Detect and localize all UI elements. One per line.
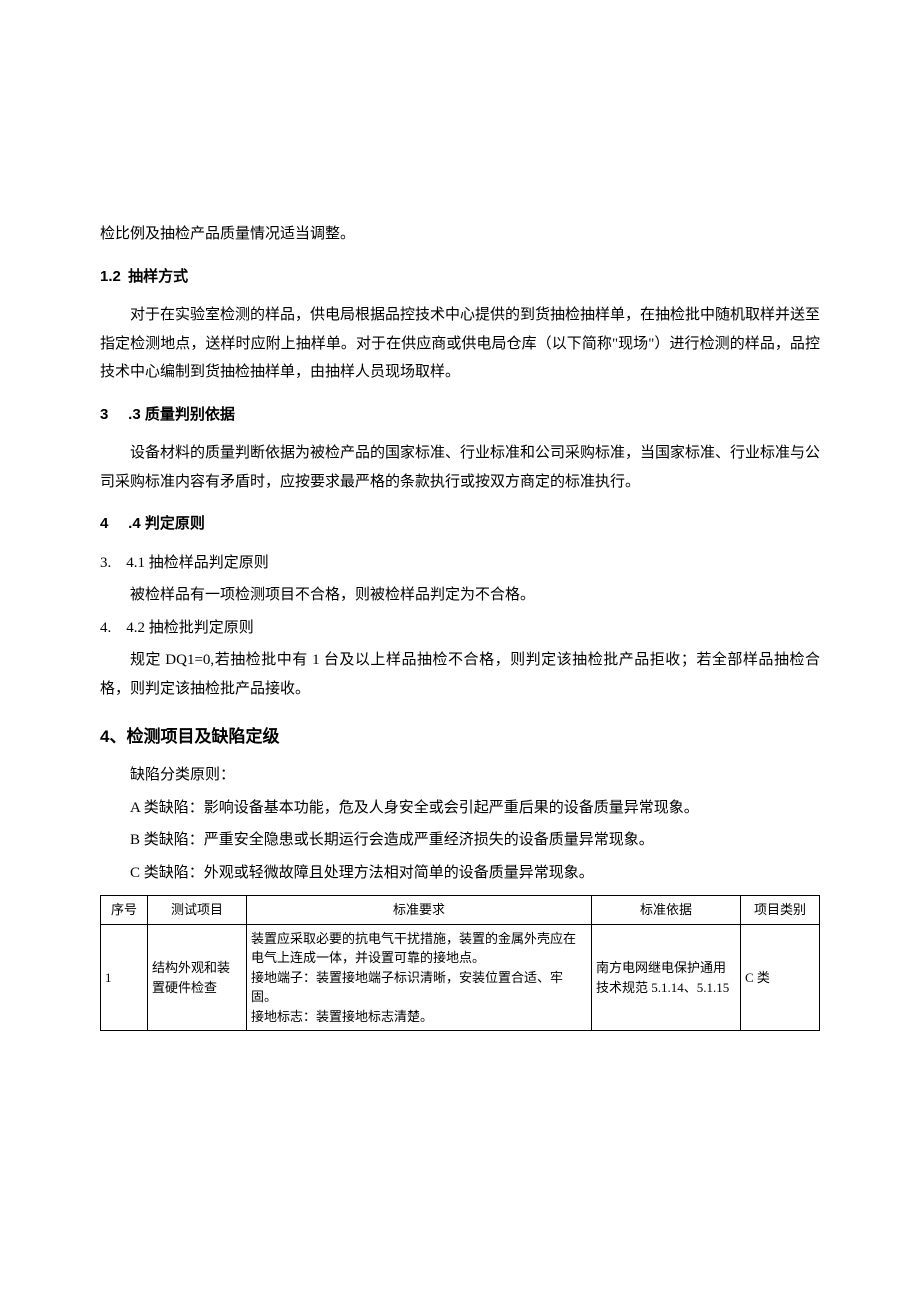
heading-number: 3 (100, 401, 124, 430)
table-row: 1 结构外观和装置硬件检查 装置应采取必要的抗电气干扰措施，装置的金属外壳应在电… (101, 924, 820, 1031)
heading-number: 4 (100, 510, 124, 539)
heading-1-2: 1.2 抽样方式 (100, 263, 820, 292)
td-seq: 1 (101, 924, 148, 1031)
heading-text: .4 判定原则 (128, 515, 205, 532)
th-cat: 项目类别 (741, 896, 820, 925)
subheading-4-4-2: 4. 4.2 抽检批判定原则 (100, 614, 820, 643)
th-item: 测试项目 (148, 896, 247, 925)
td-req: 装置应采取必要的抗电气干扰措施，装置的金属外壳应在电气上连成一体，并设置可靠的接… (247, 924, 592, 1031)
th-basis: 标准依据 (592, 896, 741, 925)
heading-text: .3 质量判别依据 (128, 406, 235, 423)
paragraph-4-4-2: 规定 DQ1=0,若抽检批中有 1 台及以上样品抽检不合格，则判定该抽检批产品拒… (100, 646, 820, 703)
paragraph-defect-b: B 类缺陷：严重安全隐患或长期运行会造成严重经济损失的设备质量异常现象。 (100, 826, 820, 855)
heading-3-3: 3 .3 质量判别依据 (100, 401, 820, 430)
table-header-row: 序号 测试项目 标准要求 标准依据 项目类别 (101, 896, 820, 925)
paragraph-3-4-1: 被检样品有一项检测项目不合格，则被检样品判定为不合格。 (100, 581, 820, 610)
heading-number: 1.2 (100, 263, 124, 292)
th-req: 标准要求 (247, 896, 592, 925)
paragraph-intro: 检比例及抽检产品质量情况适当调整。 (100, 220, 820, 249)
td-cat: C 类 (741, 924, 820, 1031)
paragraph-defect-intro: 缺陷分类原则： (100, 761, 820, 790)
subheading-3-4-1: 3. 4.1 抽检样品判定原则 (100, 549, 820, 578)
defect-table: 序号 测试项目 标准要求 标准依据 项目类别 1 结构外观和装置硬件检查 装置应… (100, 895, 820, 1031)
document-page: 检比例及抽检产品质量情况适当调整。 1.2 抽样方式 对于在实验室检测的样品，供… (0, 0, 920, 1131)
td-basis: 南方电网继电保护通用技术规范 5.1.14、5.1.15 (592, 924, 741, 1031)
heading-text: 抽样方式 (128, 268, 188, 285)
paragraph-1-2: 对于在实验室检测的样品，供电局根据品控技术中心提供的到货抽检抽样单，在抽检批中随… (100, 301, 820, 387)
paragraph-defect-a: A 类缺陷：影响设备基本功能，危及人身安全或会引起严重后果的设备质量异常现象。 (100, 794, 820, 823)
paragraph-3-3: 设备材料的质量判断依据为被检产品的国家标准、行业标准和公司采购标准，当国家标准、… (100, 439, 820, 496)
heading-4-big: 4、检测项目及缺陷定级 (100, 721, 820, 753)
td-item: 结构外观和装置硬件检查 (148, 924, 247, 1031)
heading-4-4: 4 .4 判定原则 (100, 510, 820, 539)
th-seq: 序号 (101, 896, 148, 925)
paragraph-defect-c: C 类缺陷：外观或轻微故障且处理方法相对简单的设备质量异常现象。 (100, 859, 820, 888)
